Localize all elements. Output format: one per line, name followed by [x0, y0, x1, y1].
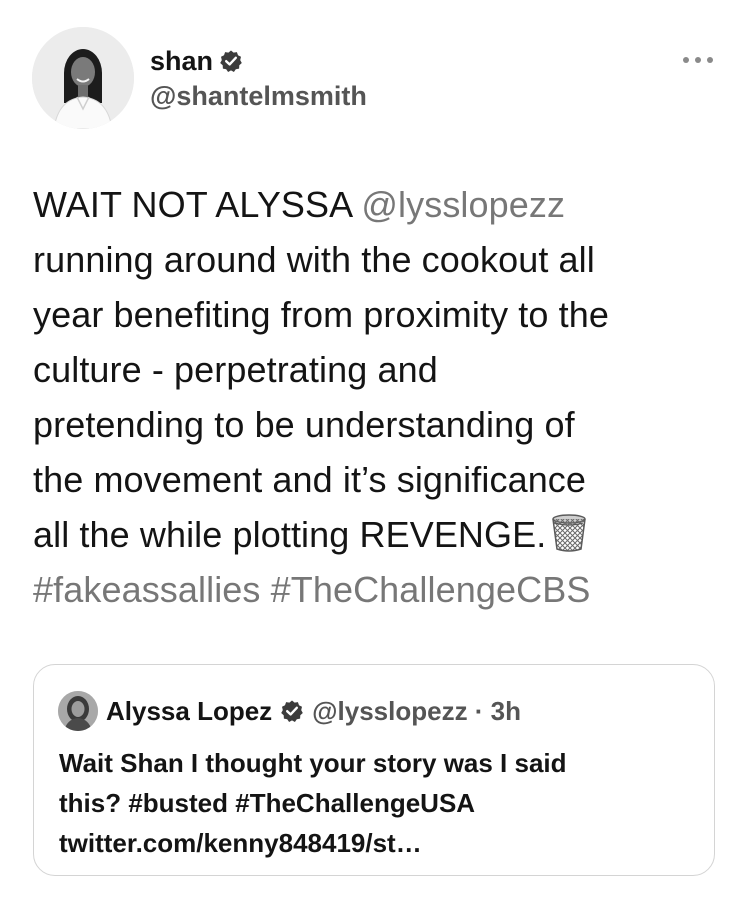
quoted-tweet-text: Wait Shan I thought your story was I sai… — [59, 743, 699, 863]
author-display-name[interactable]: shan — [150, 46, 213, 77]
quoted-author-display-name: Alyssa Lopez — [106, 695, 273, 726]
tweet-line: pretending to be understanding of — [33, 404, 575, 445]
tweet-line: WAIT NOT ALYSSA @lysslopezz — [33, 177, 723, 232]
tweet-header: shan @shantelmsmith — [32, 27, 722, 131]
quoted-text-line: this? #busted #TheChallengeUSA — [59, 788, 476, 818]
quoted-tweet-header: Alyssa Lopez @lysslopezz · 3h — [58, 691, 521, 731]
author-names: shan @shantelmsmith — [150, 43, 367, 112]
wastebasket-icon — [550, 513, 588, 553]
tweet[interactable]: shan @shantelmsmith WAIT NOT ALYSSA @lys… — [0, 0, 750, 902]
author-avatar[interactable] — [32, 27, 134, 129]
tweet-text: WAIT NOT ALYSSA @lysslopezz running arou… — [33, 177, 723, 617]
tweet-text-segment: WAIT NOT ALYSSA — [33, 184, 362, 225]
tweet-text-segment: all the while plotting REVENGE. — [33, 514, 547, 555]
quoted-tweet[interactable]: Alyssa Lopez @lysslopezz · 3h Wait Shan … — [33, 664, 715, 876]
quoted-handle-time: @lysslopezz · 3h — [312, 695, 522, 726]
display-name-row: shan — [150, 43, 367, 79]
verified-badge-icon — [280, 699, 304, 723]
quoted-link[interactable]: twitter.com/kenny848419/st… — [59, 823, 699, 863]
tweet-line: running around with the cookout all — [33, 239, 595, 280]
tweet-line: year benefiting from proximity to the — [33, 294, 609, 335]
verified-badge-icon — [219, 49, 243, 73]
tweet-line: the movement and it’s significance — [33, 459, 587, 500]
mention-link[interactable]: @lysslopezz — [361, 184, 565, 225]
quoted-text-line: Wait Shan I thought your story was I sai… — [59, 748, 567, 778]
author-handle[interactable]: @shantelmsmith — [150, 81, 367, 112]
quoted-author-avatar — [58, 691, 98, 731]
more-options-icon[interactable] — [680, 53, 716, 65]
hashtag-links[interactable]: #fakeassallies #TheChallengeCBS — [33, 562, 723, 617]
tweet-line: all the while plotting REVENGE. — [33, 507, 723, 562]
tweet-line: culture - perpetrating and — [33, 349, 438, 390]
